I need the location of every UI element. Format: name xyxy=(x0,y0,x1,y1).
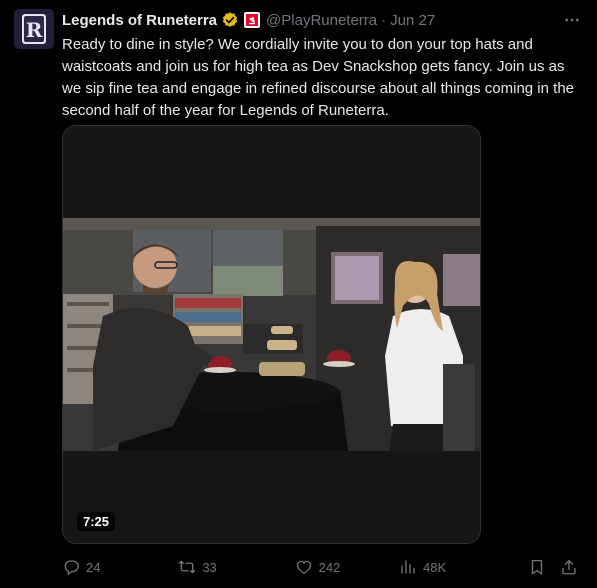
reply-icon xyxy=(64,560,79,575)
views-button[interactable]: 48K xyxy=(399,558,525,576)
repost-button[interactable]: 33 xyxy=(178,558,294,576)
reply-button[interactable]: 24 xyxy=(62,558,178,576)
heart-icon xyxy=(296,560,311,575)
tweet-header: Legends of Runeterra @PlayRuneterra · Ju… xyxy=(62,10,583,30)
riot-affiliate-badge-icon[interactable] xyxy=(244,12,261,28)
views-count: 48K xyxy=(423,559,447,575)
video-player[interactable]: 7:25 xyxy=(62,125,481,544)
share-icon xyxy=(562,559,576,575)
like-count: 242 xyxy=(318,559,341,575)
tweet-text: Ready to dine in style? We cordially inv… xyxy=(62,36,574,119)
bookmark-button[interactable] xyxy=(525,558,549,576)
video-thumbnail xyxy=(63,126,480,543)
repost-count: 33 xyxy=(202,559,217,575)
author-handle[interactable]: @PlayRuneterra xyxy=(266,12,377,29)
video-duration: 7:25 xyxy=(77,512,116,531)
more-options-icon[interactable] xyxy=(561,10,583,30)
runeterra-logo-icon: R xyxy=(14,9,54,49)
separator-dot: · xyxy=(381,11,387,29)
like-button[interactable]: 242 xyxy=(295,558,399,576)
author-name[interactable]: Legends of Runeterra xyxy=(62,12,217,29)
tweet-date[interactable]: Jun 27 xyxy=(390,12,435,29)
gold-verified-badge-icon[interactable] xyxy=(221,11,239,29)
views-chart-icon xyxy=(401,560,415,574)
repost-icon xyxy=(179,560,196,574)
tweet-actions: 24 33 242 48K xyxy=(62,556,583,578)
share-button[interactable] xyxy=(555,558,583,576)
author-avatar[interactable]: R xyxy=(14,9,54,49)
reply-count: 24 xyxy=(86,559,101,575)
bookmark-icon xyxy=(532,559,543,575)
svg-text:R: R xyxy=(26,18,43,42)
